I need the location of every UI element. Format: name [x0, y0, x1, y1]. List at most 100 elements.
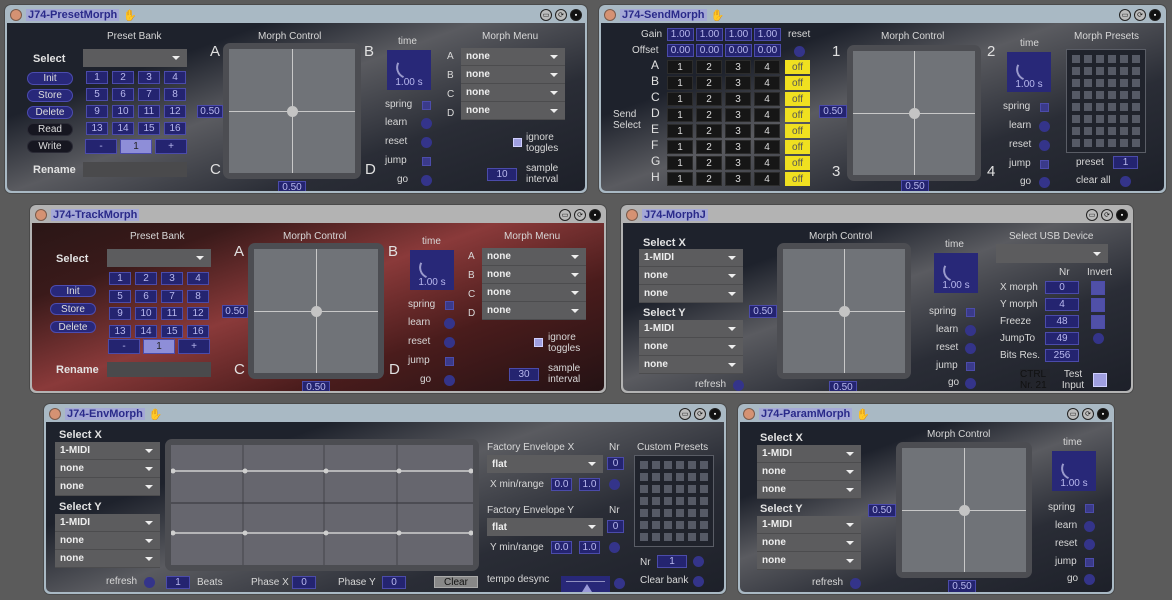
envelope-graph[interactable]: [171, 445, 473, 565]
jump-toggle[interactable]: [1085, 558, 1094, 567]
go-button[interactable]: [1039, 177, 1050, 188]
select-y-dropdown-1[interactable]: 1-MIDI: [757, 516, 861, 534]
xy-morph-pad[interactable]: [223, 43, 361, 179]
send-off-toggle[interactable]: off: [785, 92, 810, 106]
preset-cell[interactable]: [688, 461, 696, 469]
select-x-dropdown-1[interactable]: 1-MIDI: [55, 442, 160, 460]
preset-cell[interactable]: [1096, 91, 1104, 99]
go-button[interactable]: [1084, 574, 1095, 585]
send-select-button[interactable]: 3: [725, 124, 751, 138]
preset-cell[interactable]: [652, 485, 660, 493]
save-icon[interactable]: ▪: [709, 408, 721, 420]
time-dial[interactable]: 1.00 s: [1052, 451, 1096, 491]
preset-slot-button[interactable]: 7: [138, 88, 160, 101]
morph-menu-dropdown-d[interactable]: none: [461, 102, 565, 120]
send-select-button[interactable]: 3: [725, 92, 751, 106]
ignore-toggles-toggle[interactable]: [534, 338, 543, 347]
preset-cell[interactable]: [1132, 79, 1140, 87]
preset-cell[interactable]: [700, 521, 708, 529]
preset-cell[interactable]: [664, 533, 672, 541]
preset-cell[interactable]: [652, 509, 660, 517]
preset-cell[interactable]: [664, 497, 672, 505]
xy-handle[interactable]: [909, 108, 920, 119]
jump-toggle[interactable]: [445, 357, 454, 366]
fold-icon[interactable]: ▭: [1119, 9, 1131, 21]
factory-envelope-y-nr-field[interactable]: 0: [607, 520, 624, 533]
envelope-breakpoint[interactable]: [396, 530, 402, 536]
preset-cell[interactable]: [1108, 55, 1116, 63]
envelope-breakpoint[interactable]: [171, 530, 176, 536]
preset-cell[interactable]: [688, 533, 696, 541]
offset-field[interactable]: 0.00: [696, 44, 723, 57]
reset-button[interactable]: [965, 343, 976, 354]
go-button[interactable]: [421, 175, 432, 186]
custom-presets-matrix[interactable]: [634, 455, 714, 547]
time-dial[interactable]: 1.00 s: [387, 50, 431, 90]
preset-slot-button[interactable]: 15: [138, 122, 160, 135]
envelope-breakpoint[interactable]: [396, 468, 402, 474]
rename-input[interactable]: [83, 162, 187, 177]
send-select-button[interactable]: 2: [696, 76, 722, 90]
preset-cell[interactable]: [1072, 139, 1080, 147]
time-dial[interactable]: 1.00 s: [1007, 52, 1051, 92]
spring-toggle[interactable]: [1085, 504, 1094, 513]
send-off-toggle[interactable]: off: [785, 156, 810, 170]
title-bar[interactable]: J74-EnvMorph ✋ ▭ ⟳ ▪: [46, 406, 724, 422]
send-select-button[interactable]: 3: [725, 172, 751, 186]
preset-cell[interactable]: [1072, 67, 1080, 75]
y-range-button[interactable]: [609, 542, 620, 553]
select-y-dropdown-1[interactable]: 1-MIDI: [639, 320, 743, 338]
save-icon[interactable]: ▪: [1149, 9, 1161, 21]
send-select-button[interactable]: 4: [754, 76, 780, 90]
init-button[interactable]: Init: [27, 72, 73, 85]
preset-cell[interactable]: [1108, 103, 1116, 111]
init-button[interactable]: Init: [50, 285, 96, 297]
envelope-breakpoint[interactable]: [242, 468, 248, 474]
send-select-button[interactable]: 2: [696, 140, 722, 154]
envelope-editor[interactable]: [165, 439, 479, 571]
title-bar[interactable]: J74-SendMorph ✋ ▭ ⟳ ▪: [601, 7, 1164, 23]
preset-cell[interactable]: [1108, 139, 1116, 147]
custom-nr-field[interactable]: 1: [657, 555, 687, 568]
envelope-breakpoint[interactable]: [323, 468, 329, 474]
store-button[interactable]: Store: [27, 89, 73, 102]
save-icon[interactable]: ▪: [1116, 209, 1128, 221]
save-icon[interactable]: ▪: [570, 9, 582, 21]
send-select-button[interactable]: 2: [696, 108, 722, 122]
x-value-field[interactable]: 0.50: [901, 180, 929, 191]
xy-morph-pad[interactable]: [847, 45, 981, 181]
device-toggle-icon[interactable]: [604, 9, 616, 21]
y-value-field[interactable]: 0.50: [197, 105, 223, 118]
preset-cell[interactable]: [1084, 67, 1092, 75]
param-nr-field[interactable]: 4: [1045, 298, 1079, 311]
morph-menu-dropdown-a[interactable]: none: [482, 248, 586, 266]
send-select-button[interactable]: 4: [754, 92, 780, 106]
preset-cell[interactable]: [640, 461, 648, 469]
preset-slot-button[interactable]: 10: [112, 105, 134, 118]
preset-cell[interactable]: [700, 509, 708, 517]
y-value-field[interactable]: 0.50: [222, 305, 248, 318]
fold-icon[interactable]: ▭: [1086, 209, 1098, 221]
send-select-button[interactable]: 1: [667, 140, 693, 154]
delete-button[interactable]: Delete: [27, 106, 73, 119]
preset-slot-button[interactable]: 2: [135, 272, 157, 285]
reset-button[interactable]: [444, 337, 455, 348]
xy-handle[interactable]: [311, 306, 322, 317]
preset-slot-button[interactable]: 5: [109, 289, 131, 303]
preset-slot-button[interactable]: 9: [86, 105, 108, 118]
preset-slot-button[interactable]: 3: [161, 272, 183, 285]
preset-cell[interactable]: [664, 521, 672, 529]
send-select-button[interactable]: 1: [667, 172, 693, 186]
preset-cell[interactable]: [1084, 127, 1092, 135]
invert-button[interactable]: [1093, 333, 1104, 344]
y-min-field[interactable]: 0.0: [551, 541, 572, 554]
preset-cell[interactable]: [640, 497, 648, 505]
preset-cell[interactable]: [664, 473, 672, 481]
send-select-button[interactable]: 3: [725, 76, 751, 90]
morph-menu-dropdown-c[interactable]: none: [482, 284, 586, 302]
device-toggle-icon[interactable]: [10, 9, 22, 21]
select-x-dropdown-1[interactable]: 1-MIDI: [757, 445, 861, 463]
x-range-field[interactable]: 1.0: [579, 478, 600, 491]
store-button[interactable]: Store: [50, 303, 96, 315]
preset-slot-button[interactable]: 15: [161, 324, 183, 338]
